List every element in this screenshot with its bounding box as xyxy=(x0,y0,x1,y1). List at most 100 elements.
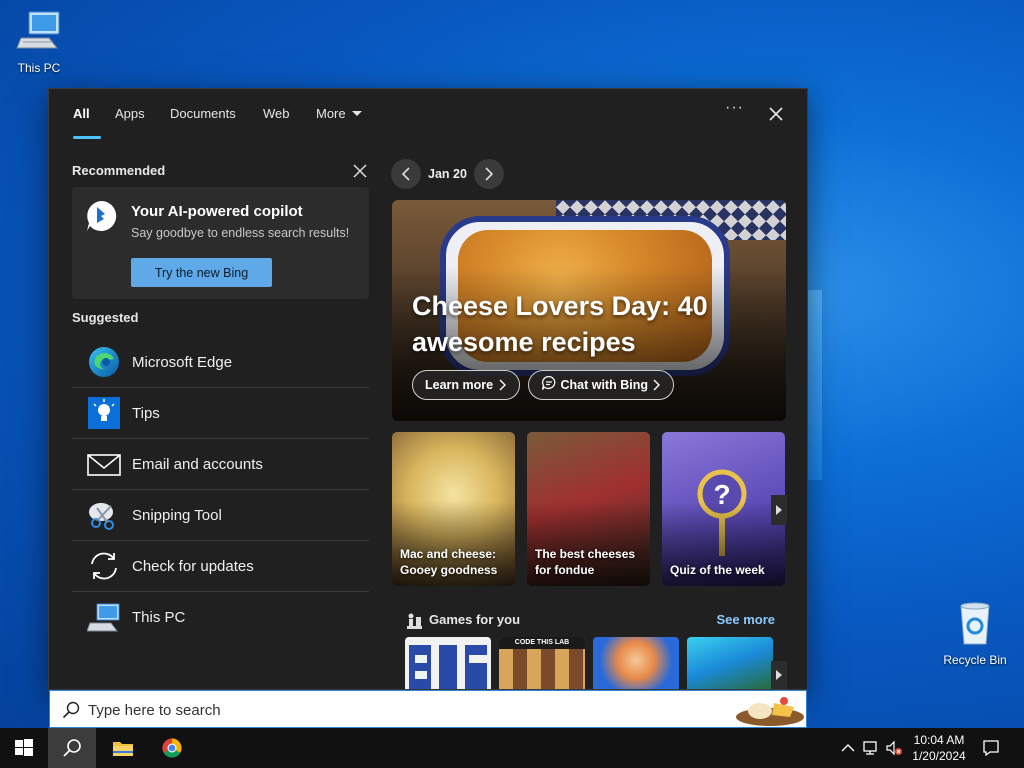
tab-documents[interactable]: Documents xyxy=(170,106,236,121)
clock-date: 1/20/2024 xyxy=(912,749,966,763)
active-tab-indicator xyxy=(73,136,101,139)
list-item-tips[interactable]: Tips xyxy=(72,388,369,439)
list-item-snipping-tool[interactable]: Snipping Tool xyxy=(72,490,369,541)
card-cheeses-for-fondue[interactable]: The best cheeses for fondue xyxy=(527,432,650,586)
chevron-right-icon xyxy=(776,505,782,515)
recycle-bin-icon xyxy=(960,602,990,645)
tips-icon xyxy=(88,397,120,429)
game-tile[interactable] xyxy=(687,637,773,689)
list-item-label: Email and accounts xyxy=(132,456,263,473)
folder-icon xyxy=(113,742,133,756)
taskbar-search-button[interactable] xyxy=(48,728,96,768)
list-item-this-pc[interactable]: This PC xyxy=(72,592,369,643)
file-explorer-button[interactable] xyxy=(98,728,146,768)
tab-more[interactable]: More xyxy=(316,106,362,121)
games-next-button[interactable] xyxy=(771,661,787,689)
chevron-up-icon[interactable] xyxy=(839,739,857,757)
mail-icon xyxy=(87,454,121,476)
chevron-right-icon xyxy=(776,670,782,680)
taskbar-search-box[interactable] xyxy=(49,690,807,728)
chat-with-bing-label: Chat with Bing xyxy=(560,378,648,392)
game-tile-label: CODE THIS LAB xyxy=(499,637,585,649)
see-more-link[interactable]: See more xyxy=(716,612,775,627)
card-quiz-of-the-week[interactable]: ? Quiz of the week xyxy=(662,432,785,586)
copilot-subtitle: Say goodbye to endless search results! xyxy=(131,226,350,240)
list-item-label: Check for updates xyxy=(132,558,254,575)
game-tile[interactable]: CODE THIS LAB xyxy=(499,637,585,689)
try-new-bing-button[interactable]: Try the new Bing xyxy=(131,258,272,287)
network-icon[interactable] xyxy=(862,739,880,757)
search-panel: All Apps Documents Web More ··· Recommen… xyxy=(48,88,808,690)
card-caption: The best cheeses for fondue xyxy=(535,547,636,577)
snipping-tool-icon xyxy=(89,503,114,530)
suggested-list: Microsoft Edge Tips Email and accounts S… xyxy=(72,337,369,643)
desktop-this-pc[interactable]: This PC xyxy=(2,8,76,75)
game-tile[interactable] xyxy=(593,637,679,689)
start-button[interactable] xyxy=(0,728,48,768)
copilot-card[interactable]: Your AI-powered copilot Say goodbye to e… xyxy=(72,187,369,299)
search-icon xyxy=(62,701,80,719)
list-item-email-and-accounts[interactable]: Email and accounts xyxy=(72,439,369,490)
search-icon xyxy=(63,739,81,757)
tab-apps[interactable]: Apps xyxy=(115,106,145,121)
card-caption: Quiz of the week xyxy=(670,563,765,577)
computer-icon xyxy=(16,11,60,49)
clock-time: 10:04 AM xyxy=(913,733,965,747)
tab-more-label: More xyxy=(316,106,346,121)
games-heading: Games for you xyxy=(429,612,521,627)
copilot-title: Your AI-powered copilot xyxy=(131,203,303,220)
notifications-icon[interactable] xyxy=(982,739,1000,757)
highlights-date: Jan 20 xyxy=(428,167,467,181)
card-caption: Mac and cheese: Gooey goodness xyxy=(400,547,498,577)
chrome-button[interactable] xyxy=(148,728,196,768)
dismiss-recommended-icon[interactable] xyxy=(352,163,368,179)
next-day-button[interactable] xyxy=(474,159,504,189)
tab-web[interactable]: Web xyxy=(263,106,290,121)
bing-chat-icon xyxy=(87,200,117,231)
wallpaper-window-light xyxy=(808,290,822,480)
hero-title: Cheese Lovers Day: 40 awesome recipes xyxy=(412,291,708,357)
close-icon[interactable] xyxy=(765,103,787,125)
windows-logo-icon xyxy=(15,739,33,756)
chevron-right-icon xyxy=(653,379,661,391)
chevron-down-icon xyxy=(351,111,362,116)
suggested-heading: Suggested xyxy=(72,310,139,325)
taskbar-clock[interactable]: 10:04 AM 1/20/2024 xyxy=(906,732,972,764)
chess-pieces-icon xyxy=(407,613,422,629)
chevron-right-icon xyxy=(485,167,494,181)
list-item-label: Snipping Tool xyxy=(132,507,222,524)
desktop-this-pc-label: This PC xyxy=(17,61,61,75)
list-item-label: Microsoft Edge xyxy=(132,354,233,371)
computer-icon xyxy=(87,603,120,632)
more-options-icon[interactable]: ··· xyxy=(725,99,744,117)
cards-next-button[interactable] xyxy=(771,495,787,525)
chat-with-bing-button[interactable]: Chat with Bing xyxy=(528,370,675,400)
list-item-label: This PC xyxy=(132,609,186,626)
list-item-microsoft-edge[interactable]: Microsoft Edge xyxy=(72,337,369,388)
card-mac-and-cheese[interactable]: Mac and cheese: Gooey goodness xyxy=(392,432,515,586)
hero-card[interactable]: Cheese Lovers Day: 40 awesome recipes Le… xyxy=(392,200,786,421)
desktop-recycle-bin-label: Recycle Bin xyxy=(943,653,1007,667)
search-input[interactable] xyxy=(88,697,688,723)
list-item-check-for-updates[interactable]: Check for updates xyxy=(72,541,369,592)
recommended-heading: Recommended xyxy=(72,163,166,178)
learn-more-label: Learn more xyxy=(425,378,494,392)
tab-all[interactable]: All xyxy=(73,106,90,121)
games-header: Games for you See more xyxy=(405,611,775,631)
taskbar: 10:04 AM 1/20/2024 xyxy=(0,728,1024,768)
edge-icon xyxy=(89,347,119,377)
game-tile[interactable] xyxy=(405,637,491,689)
chevron-left-icon xyxy=(401,167,410,181)
learn-more-button[interactable]: Learn more xyxy=(412,370,520,400)
list-item-label: Tips xyxy=(132,405,160,422)
chevron-right-icon xyxy=(499,379,506,391)
chat-bubble-icon xyxy=(541,375,556,390)
chrome-icon xyxy=(162,738,182,758)
previous-day-button[interactable] xyxy=(391,159,421,189)
game-logo-icon xyxy=(409,645,487,689)
search-tabs: All Apps Documents Web More ··· xyxy=(49,89,807,139)
volume-muted-icon[interactable] xyxy=(885,739,903,757)
refresh-icon xyxy=(91,552,117,580)
desktop-recycle-bin[interactable]: Recycle Bin xyxy=(938,600,1012,667)
cheese-board-icon xyxy=(736,697,804,726)
